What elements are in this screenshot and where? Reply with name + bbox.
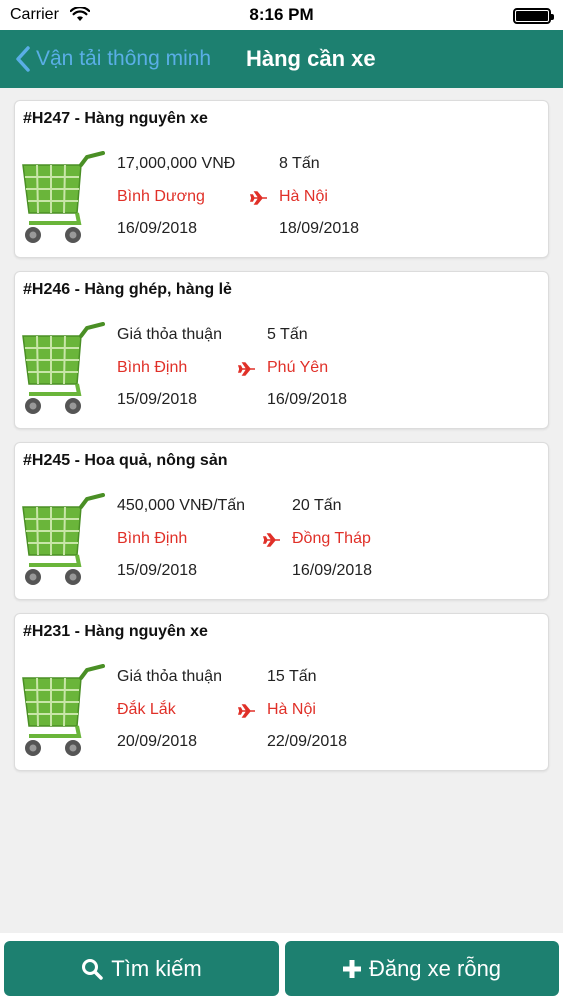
weight-label: 8 Tấn bbox=[279, 155, 320, 172]
cargo-title: #H231 - Hàng nguyên xe bbox=[23, 623, 208, 640]
back-button[interactable]: Vận tải thông minh bbox=[14, 42, 211, 76]
date-to: 18/09/2018 bbox=[279, 220, 360, 237]
search-button[interactable]: Tìm kiếm bbox=[4, 941, 279, 996]
date-from: 15/09/2018 bbox=[117, 562, 198, 579]
date-from: 15/09/2018 bbox=[117, 391, 198, 408]
price-label: 450,000 VNĐ/Tấn bbox=[117, 497, 246, 514]
shopping-cart-icon bbox=[22, 664, 105, 756]
shopping-cart-icon bbox=[22, 151, 105, 243]
weight-label: 20 Tấn bbox=[292, 497, 342, 514]
date-to: 22/09/2018 bbox=[267, 733, 348, 750]
back-label: Vận tải thông minh bbox=[36, 47, 212, 70]
date-from: 16/09/2018 bbox=[117, 220, 198, 237]
date-to: 16/09/2018 bbox=[267, 391, 348, 408]
shopping-cart-icon bbox=[22, 322, 105, 414]
post-empty-truck-button[interactable]: Đăng xe rỗng bbox=[285, 941, 559, 996]
origin-location: Đắk Lắk bbox=[117, 701, 176, 718]
post-button-label: Đăng xe rỗng bbox=[368, 955, 502, 981]
cargo-title: #H245 - Hoa quả, nông sản bbox=[23, 452, 228, 469]
origin-location: Bình Định bbox=[117, 359, 188, 376]
weight-label: 5 Tấn bbox=[267, 326, 308, 343]
cargo-card[interactable]: #H247 - Hàng nguyên xe 17,000,000 VNĐ 8 … bbox=[14, 100, 549, 258]
shopping-cart-icon bbox=[22, 493, 105, 585]
navigation-bar: Vận tải thông minh Hàng cần xe bbox=[0, 30, 563, 88]
weight-label: 15 Tấn bbox=[267, 668, 317, 685]
battery-icon bbox=[513, 8, 554, 24]
price-label: 17,000,000 VNĐ bbox=[117, 155, 236, 172]
bottom-action-bar: Tìm kiếm Đăng xe rỗng bbox=[0, 933, 563, 1000]
cargo-list[interactable]: #H247 - Hàng nguyên xe 17,000,000 VNĐ 8 … bbox=[0, 88, 563, 933]
airplane-icon bbox=[263, 533, 280, 547]
destination-location: Phú Yên bbox=[267, 359, 329, 376]
status-time: 8:16 PM bbox=[249, 5, 314, 24]
date-to: 16/09/2018 bbox=[292, 562, 373, 579]
destination-location: Hà Nội bbox=[267, 701, 316, 718]
search-button-label: Tìm kiếm bbox=[111, 955, 202, 981]
origin-location: Bình Dương bbox=[117, 188, 205, 205]
cargo-card[interactable]: #H245 - Hoa quả, nông sản 450,000 VNĐ/Tấ… bbox=[14, 442, 549, 600]
status-bar: Carrier 8:16 PM bbox=[0, 0, 563, 30]
date-from: 20/09/2018 bbox=[117, 733, 198, 750]
cargo-card[interactable]: #H231 - Hàng nguyên xe Giá thỏa thuận 15… bbox=[14, 613, 549, 771]
destination-location: Đồng Tháp bbox=[292, 530, 371, 547]
chevron-left-icon bbox=[16, 46, 30, 72]
airplane-icon bbox=[238, 704, 255, 718]
price-label: Giá thỏa thuận bbox=[117, 326, 222, 343]
airplane-icon bbox=[250, 191, 267, 205]
destination-location: Hà Nội bbox=[279, 188, 328, 205]
origin-location: Bình Định bbox=[117, 530, 188, 547]
cargo-title: #H247 - Hàng nguyên xe bbox=[23, 110, 208, 127]
airplane-icon bbox=[238, 362, 255, 376]
price-label: Giá thỏa thuận bbox=[117, 668, 222, 685]
search-icon bbox=[82, 958, 104, 980]
page-title: Hàng cần xe bbox=[246, 46, 376, 71]
cargo-title: #H246 - Hàng ghép, hàng lẻ bbox=[23, 281, 232, 298]
cargo-card[interactable]: #H246 - Hàng ghép, hàng lẻ Giá thỏa thuậ… bbox=[14, 271, 549, 429]
plus-icon bbox=[342, 959, 361, 978]
